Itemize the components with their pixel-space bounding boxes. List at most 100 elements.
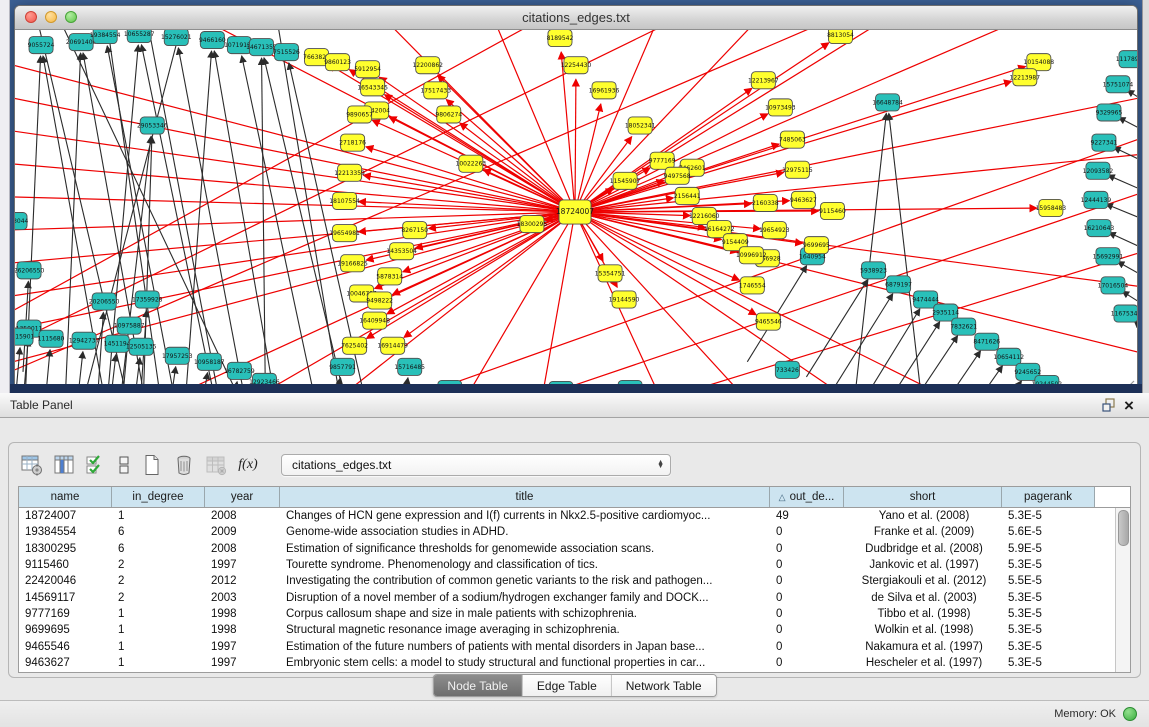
graph-node[interactable]: 19144590 — [609, 291, 640, 308]
graph-node[interactable]: 12213359 — [334, 164, 365, 181]
graph-node[interactable]: 1746554 — [739, 277, 766, 294]
row-select-icon[interactable] — [115, 452, 133, 478]
graph-node[interactable]: 9329965 — [1096, 104, 1123, 121]
graph-node[interactable]: 17359928 — [132, 291, 163, 308]
graph-node[interactable]: 16782759 — [224, 362, 255, 379]
graph-node[interactable]: 19166825 — [337, 255, 368, 272]
graph-node[interactable]: 8471626 — [973, 333, 1000, 350]
table-row[interactable]: 2242004622012Investigating the contribut… — [19, 573, 1130, 589]
table-row[interactable]: 946554611997Estimation of the future num… — [19, 638, 1130, 654]
graph-node[interactable]: 16648784 — [872, 94, 903, 111]
float-window-icon[interactable] — [1099, 395, 1119, 415]
window-titlebar[interactable]: citations_edges.txt — [15, 6, 1137, 30]
graph-node[interactable]: 6879197 — [885, 276, 912, 293]
graph-node[interactable]: 5938923 — [860, 262, 887, 279]
close-panel-icon[interactable]: × — [1119, 395, 1139, 415]
graph-node[interactable]: 8813054 — [827, 30, 854, 44]
graph-node[interactable]: 10654112 — [993, 348, 1024, 365]
graph-node[interactable]: 9498222 — [366, 292, 393, 309]
graph-node[interactable]: 9699695 — [803, 237, 830, 254]
graph-node[interactable]: 11178943 — [1116, 51, 1137, 68]
graph-node[interactable]: 10975887 — [114, 317, 145, 334]
graph-node[interactable]: 16210643 — [1084, 220, 1115, 237]
graph-node[interactable]: 8189542 — [547, 30, 574, 47]
graph-node[interactable]: 12213987 — [1010, 69, 1041, 86]
tab-node-table[interactable]: Node Table — [433, 675, 523, 696]
table-row[interactable]: 1938455462009Genome-wide association stu… — [19, 524, 1130, 540]
graph-canvas[interactable]: 9055724206914061938455410655287152760219… — [15, 30, 1137, 393]
graph-node[interactable]: 3915901 — [15, 328, 35, 345]
graph-node[interactable]: 12505135 — [126, 338, 157, 355]
graph-node[interactable]: 9890657 — [346, 106, 373, 123]
graph-node[interactable]: 10655287 — [124, 30, 155, 43]
function-builder-icon[interactable]: f(x) — [235, 452, 261, 478]
table-row[interactable]: 1456911722003Disruption of a novel membe… — [19, 589, 1130, 605]
column-visibility-icon[interactable] — [51, 452, 77, 478]
graph-node[interactable]: 17016504 — [1098, 277, 1129, 294]
column-header-title[interactable]: title — [280, 487, 770, 507]
graph-node[interactable]: 16409948 — [359, 312, 390, 329]
graph-node[interactable]: 9115460 — [819, 202, 846, 219]
graph-node[interactable]: 17517433 — [420, 82, 451, 99]
minimize-window-icon[interactable] — [45, 11, 57, 23]
graph-node[interactable]: 9497568 — [664, 167, 691, 184]
graph-node[interactable]: 26206550 — [15, 262, 44, 279]
graph-node[interactable]: 7515526 — [273, 44, 300, 61]
table-selector-dropdown[interactable]: citations_edges.txt ▲▼ — [281, 454, 671, 476]
graph-node[interactable]: 19384554 — [90, 30, 121, 44]
table-row[interactable]: 1872400712008Changes of HCN gene express… — [19, 508, 1130, 524]
graph-node[interactable]: 2156441 — [674, 187, 701, 204]
tab-edge-table[interactable]: Edge Table — [523, 675, 612, 696]
new-column-icon[interactable] — [139, 452, 165, 478]
column-select-icon[interactable] — [83, 452, 109, 478]
graph-node[interactable]: 9055724 — [28, 37, 55, 54]
graph-node[interactable]: 12942737 — [69, 332, 100, 349]
memory-status-icon[interactable] — [1123, 707, 1137, 721]
graph-node[interactable]: 8267150 — [401, 222, 428, 239]
graph-node[interactable]: 12213967 — [748, 72, 779, 89]
graph-node[interactable]: 16543345 — [357, 79, 388, 96]
tab-network-table[interactable]: Network Table — [612, 675, 716, 696]
column-header-out_de[interactable]: △out_de... — [770, 487, 844, 507]
delete-column-icon[interactable] — [171, 452, 197, 478]
table-row[interactable]: 969969511998Structural magnetic resonanc… — [19, 622, 1130, 638]
graph-node[interactable]: 15276021 — [161, 30, 192, 46]
graph-node[interactable]: 12975115 — [782, 161, 813, 178]
graph-node[interactable]: 9463627 — [790, 191, 817, 208]
graph-node[interactable]: 19654923 — [759, 222, 790, 239]
graph-node[interactable]: 10973493 — [765, 99, 796, 116]
table-row[interactable]: 1830029562008Estimation of significance … — [19, 541, 1130, 557]
graph-node[interactable]: 16914479 — [377, 337, 408, 354]
graph-node[interactable]: 14353504 — [386, 243, 417, 260]
graph-node[interactable]: 15958483 — [1036, 199, 1067, 216]
delete-table-icon[interactable] — [203, 452, 229, 478]
graph-node[interactable]: 1115680 — [38, 330, 65, 347]
graph-node[interactable]: 7625402 — [341, 337, 368, 354]
column-header-in_degree[interactable]: in_degree — [112, 487, 205, 507]
zoom-window-icon[interactable] — [65, 11, 77, 23]
graph-node[interactable]: 12254430 — [561, 57, 592, 74]
graph-node[interactable]: 10154088 — [1024, 54, 1055, 71]
graph-node[interactable]: 15751074 — [1103, 76, 1134, 93]
graph-node[interactable]: 9465546 — [755, 313, 782, 330]
graph-node[interactable]: 7485063 — [779, 131, 806, 148]
graph-node[interactable]: 12444139 — [1081, 191, 1112, 208]
table-mode-icon[interactable] — [19, 452, 45, 478]
graph-node[interactable]: 15692991 — [1093, 248, 1124, 265]
graph-node[interactable]: 17957253 — [162, 347, 193, 364]
column-header-year[interactable]: year — [205, 487, 280, 507]
graph-node[interactable]: 5878314 — [376, 268, 403, 285]
graph-node[interactable]: 12093582 — [1083, 162, 1114, 179]
graph-node[interactable]: 733426 — [775, 361, 799, 378]
graph-node[interactable]: 15354751 — [595, 265, 626, 282]
graph-node[interactable]: 18107554 — [329, 192, 360, 209]
network-window[interactable]: citations_edges.txt 90557242069140619384… — [14, 5, 1138, 393]
table-row[interactable]: 911546021997Tourette syndrome. Phenomeno… — [19, 557, 1130, 573]
graph-node[interactable]: 12200862 — [412, 57, 443, 74]
graph-node[interactable]: 29053346 — [137, 117, 168, 134]
table-scrollbar[interactable] — [1115, 508, 1130, 672]
scrollbar-thumb[interactable] — [1118, 510, 1129, 546]
graph-node[interactable]: 20206550 — [89, 293, 120, 310]
graph-node[interactable]: 9806274 — [435, 106, 462, 123]
graph-node[interactable]: 8413044 — [15, 213, 29, 230]
